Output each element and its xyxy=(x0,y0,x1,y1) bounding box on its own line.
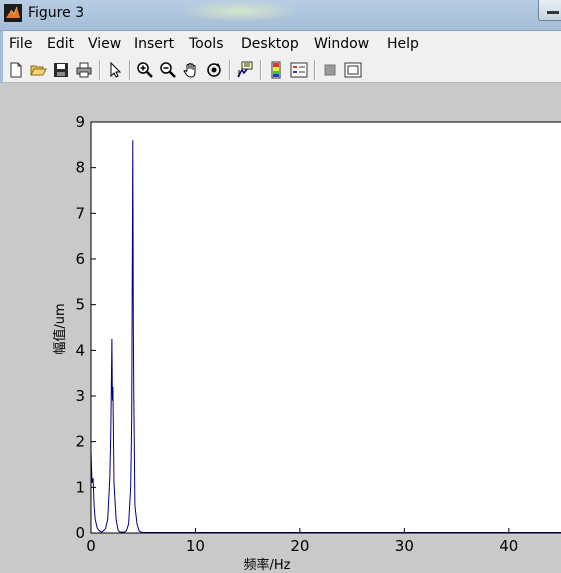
y-tick-label: 4 xyxy=(75,341,85,359)
new-figure-icon[interactable] xyxy=(7,61,25,79)
minimize-icon xyxy=(547,11,559,14)
plot-svg: 0 1 2 3 4 5 6 7 8 9 0 10 20 30 40 频率/Hz 幅值/um xyxy=(52,113,561,573)
colorbar-icon[interactable] xyxy=(267,61,285,79)
toolbar-separator xyxy=(260,60,261,80)
menu-window[interactable]: Window xyxy=(314,36,369,52)
pan-hand-icon[interactable] xyxy=(182,61,200,79)
y-tick-label: 2 xyxy=(75,433,85,451)
rotate-3d-icon[interactable] xyxy=(205,61,223,79)
matlab-app-icon xyxy=(4,4,22,22)
edit-plot-arrow-icon[interactable] xyxy=(106,61,124,79)
menu-desktop[interactable]: Desktop xyxy=(241,36,299,52)
menu-help[interactable]: Help xyxy=(387,36,419,52)
legend-icon[interactable] xyxy=(290,61,308,79)
x-tick-label: 30 xyxy=(395,537,414,555)
toolbar-separator xyxy=(314,60,315,80)
x-tick-label: 20 xyxy=(290,537,309,555)
window-title: Figure 3 xyxy=(28,5,85,21)
x-axis-label: 频率/Hz xyxy=(244,557,291,573)
menu-file[interactable]: File xyxy=(9,36,32,52)
menu-bar: File Edit View Insert Tools Desktop Wind… xyxy=(0,31,561,57)
y-tick-label: 1 xyxy=(75,478,85,496)
toolbar-separator xyxy=(229,60,230,80)
x-tick-label: 0 xyxy=(86,537,96,555)
y-tick-label: 8 xyxy=(75,159,85,177)
menu-view[interactable]: View xyxy=(88,36,121,52)
y-tick-label: 0 xyxy=(75,524,85,542)
print-icon[interactable] xyxy=(75,61,93,79)
title-bar-glow xyxy=(180,0,300,22)
figure-canvas: 0 1 2 3 4 5 6 7 8 9 0 10 20 30 40 频率/Hz 幅值/um xyxy=(3,84,561,573)
minimize-button[interactable] xyxy=(538,0,561,21)
y-tick-label: 7 xyxy=(75,204,85,222)
y-tick-label: 9 xyxy=(75,113,85,131)
y-tick-label: 5 xyxy=(75,296,85,314)
save-icon[interactable] xyxy=(52,61,70,79)
axes-background[interactable] xyxy=(91,122,561,533)
menu-tools[interactable]: Tools xyxy=(189,36,224,52)
y-tick-label: 6 xyxy=(75,250,85,268)
figure-toolbar xyxy=(0,57,561,83)
y-axis-label: 幅值/um xyxy=(52,303,68,354)
zoom-in-icon[interactable] xyxy=(136,61,154,79)
toolbar-separator xyxy=(129,60,130,80)
zoom-out-icon[interactable] xyxy=(159,61,177,79)
x-tick-label: 40 xyxy=(499,537,518,555)
title-bar: Figure 3 xyxy=(0,0,561,31)
open-file-icon[interactable] xyxy=(29,61,47,79)
show-plot-tools-icon[interactable] xyxy=(344,61,362,79)
data-cursor-icon[interactable] xyxy=(236,61,254,79)
menu-insert[interactable]: Insert xyxy=(134,36,174,52)
menu-edit[interactable]: Edit xyxy=(47,36,74,52)
y-tick-label: 3 xyxy=(75,387,85,405)
x-tick-label: 10 xyxy=(186,537,205,555)
hide-plot-tools-icon[interactable] xyxy=(321,61,339,79)
toolbar-separator xyxy=(99,60,100,80)
